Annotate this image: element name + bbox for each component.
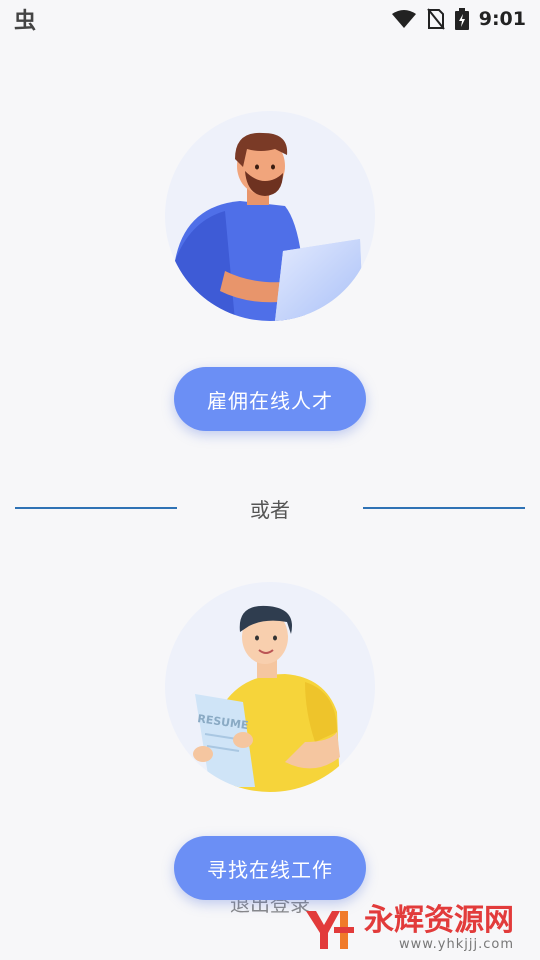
status-time: 9:01 <box>478 8 526 30</box>
watermark: 永辉资源网 www.yhkjjj.com <box>304 905 514 952</box>
hire-illustration <box>165 111 375 321</box>
wifi-icon <box>391 10 416 28</box>
find-job-illustration: RESUME <box>165 582 375 792</box>
app-logo-icon: 虫 <box>14 9 37 34</box>
watermark-brand: 永辉资源网 <box>364 903 514 938</box>
find-job-button[interactable]: 寻找在线工作 <box>174 836 366 900</box>
watermark-url: www.yhkjjj.com <box>398 937 514 952</box>
status-icons: 9:01 <box>391 8 526 30</box>
watermark-logo-icon <box>306 910 354 949</box>
divider-line-right <box>363 507 525 509</box>
no-sim-icon <box>426 8 445 30</box>
battery-charging-icon <box>454 8 469 30</box>
status-bar: 虫 9:01 <box>0 0 540 38</box>
hire-talent-button[interactable]: 雇佣在线人才 <box>174 367 366 431</box>
